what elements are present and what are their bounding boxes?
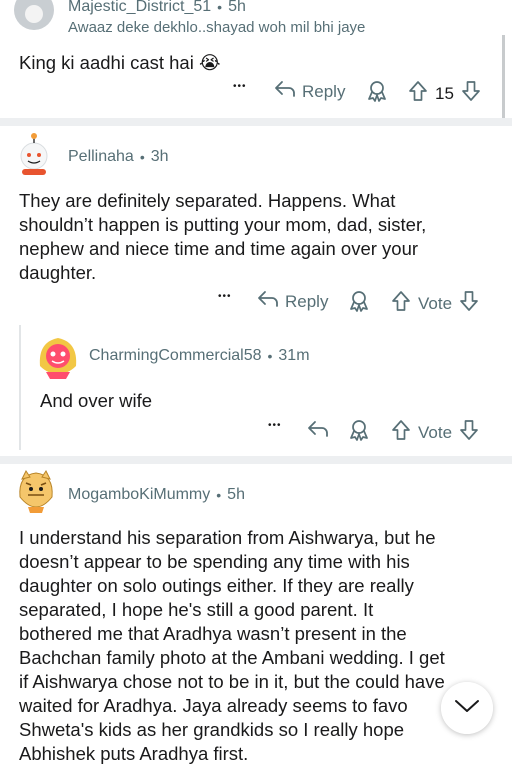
comment-text-line: daughter on solo outings either. If they… [19, 575, 414, 596]
award-icon [348, 419, 370, 446]
upvote-icon[interactable] [391, 419, 411, 446]
comment-time: 31m [278, 347, 310, 364]
more-options-button[interactable]: ••• [218, 291, 232, 302]
vote-label: Vote [418, 293, 453, 313]
comment-divider [0, 456, 512, 464]
vote-count: 15 [435, 83, 454, 103]
comment-text: And over wife [40, 390, 153, 411]
award-icon [348, 290, 370, 317]
reply-label: Reply [285, 291, 329, 311]
comment-text-line: doesn’t appear to be spending any time w… [19, 551, 410, 572]
downvote-icon[interactable] [459, 419, 479, 446]
comment-text-line: nephew and niece time and time again ove… [19, 238, 419, 259]
thread-line-1 [502, 35, 505, 125]
avatar-mogambokimummy[interactable] [14, 467, 58, 513]
reply-button[interactable]: Reply [274, 80, 345, 103]
comment-text-line: daughter. [19, 262, 97, 283]
award-button[interactable] [366, 80, 388, 107]
reply-label: Reply [302, 81, 346, 101]
comment-text-line: Shweta's kids as her grandkids so I real… [19, 719, 405, 740]
separator-dot: • [139, 149, 145, 165]
comment-text-line: bothered me that Aradhya wasn’t present … [19, 623, 407, 644]
scroll-down-button[interactable] [441, 682, 493, 734]
award-button[interactable] [348, 419, 370, 446]
comment-text-line: waited for Aradhya. Jaya already seems t… [19, 695, 408, 716]
more-options-button[interactable]: ••• [268, 420, 282, 431]
reply-button[interactable] [307, 420, 329, 443]
comment-text-line: if Aishwarya chose not to be in it, but … [19, 671, 445, 692]
comment-text-line: They are definitely separated. Happens. … [19, 190, 396, 211]
reply-icon [307, 420, 329, 443]
avatar-pellinaha[interactable] [14, 131, 54, 175]
avatar-majestic[interactable] [14, 0, 54, 30]
downvote-icon[interactable] [461, 80, 481, 107]
user-flair: Awaaz deke dekhlo..shayad woh mil bhi ja… [68, 19, 366, 36]
more-options-button[interactable]: ••• [233, 81, 247, 92]
comment-text-line: separated, I hope he's still a good pare… [19, 599, 374, 620]
comment-text-line: Abhishek puts Aradhya first. [19, 743, 249, 764]
reply-button[interactable]: Reply [257, 290, 328, 313]
comment-divider [0, 118, 512, 126]
thread-line-nested [19, 325, 21, 450]
separator-dot: • [216, 487, 222, 503]
comment-time: 5h [228, 0, 246, 15]
avatar-charmingcommercial[interactable] [36, 332, 80, 380]
reply-icon [257, 290, 279, 313]
comment-text-line: I understand his separation from Aishwar… [19, 527, 436, 548]
comment-text-line: shouldn’t happen is putting your mom, da… [19, 214, 427, 235]
reply-icon [274, 80, 296, 103]
upvote-icon[interactable] [408, 80, 428, 107]
comment-time: 3h [150, 148, 169, 165]
comment-username[interactable]: Pellinaha [68, 148, 134, 166]
comment-text: King ki aadhi cast hai 😭 [19, 52, 221, 73]
comment-text-line: Bachchan family photo at the Ambani wedd… [19, 647, 445, 668]
upvote-icon[interactable] [391, 290, 411, 317]
comment-time: 5h [227, 486, 245, 503]
vote-label: Vote [418, 422, 453, 442]
award-icon [366, 80, 388, 107]
comment-username[interactable]: Majestic_District_51 [68, 0, 211, 16]
downvote-icon[interactable] [459, 290, 479, 317]
award-button[interactable] [348, 290, 370, 317]
chevron-down-icon [454, 698, 480, 719]
separator-dot: • [217, 0, 223, 15]
comment-username[interactable]: CharmingCommercial58 [89, 347, 262, 365]
comment-username[interactable]: MogamboKiMummy [68, 486, 210, 504]
separator-dot: • [267, 348, 273, 364]
